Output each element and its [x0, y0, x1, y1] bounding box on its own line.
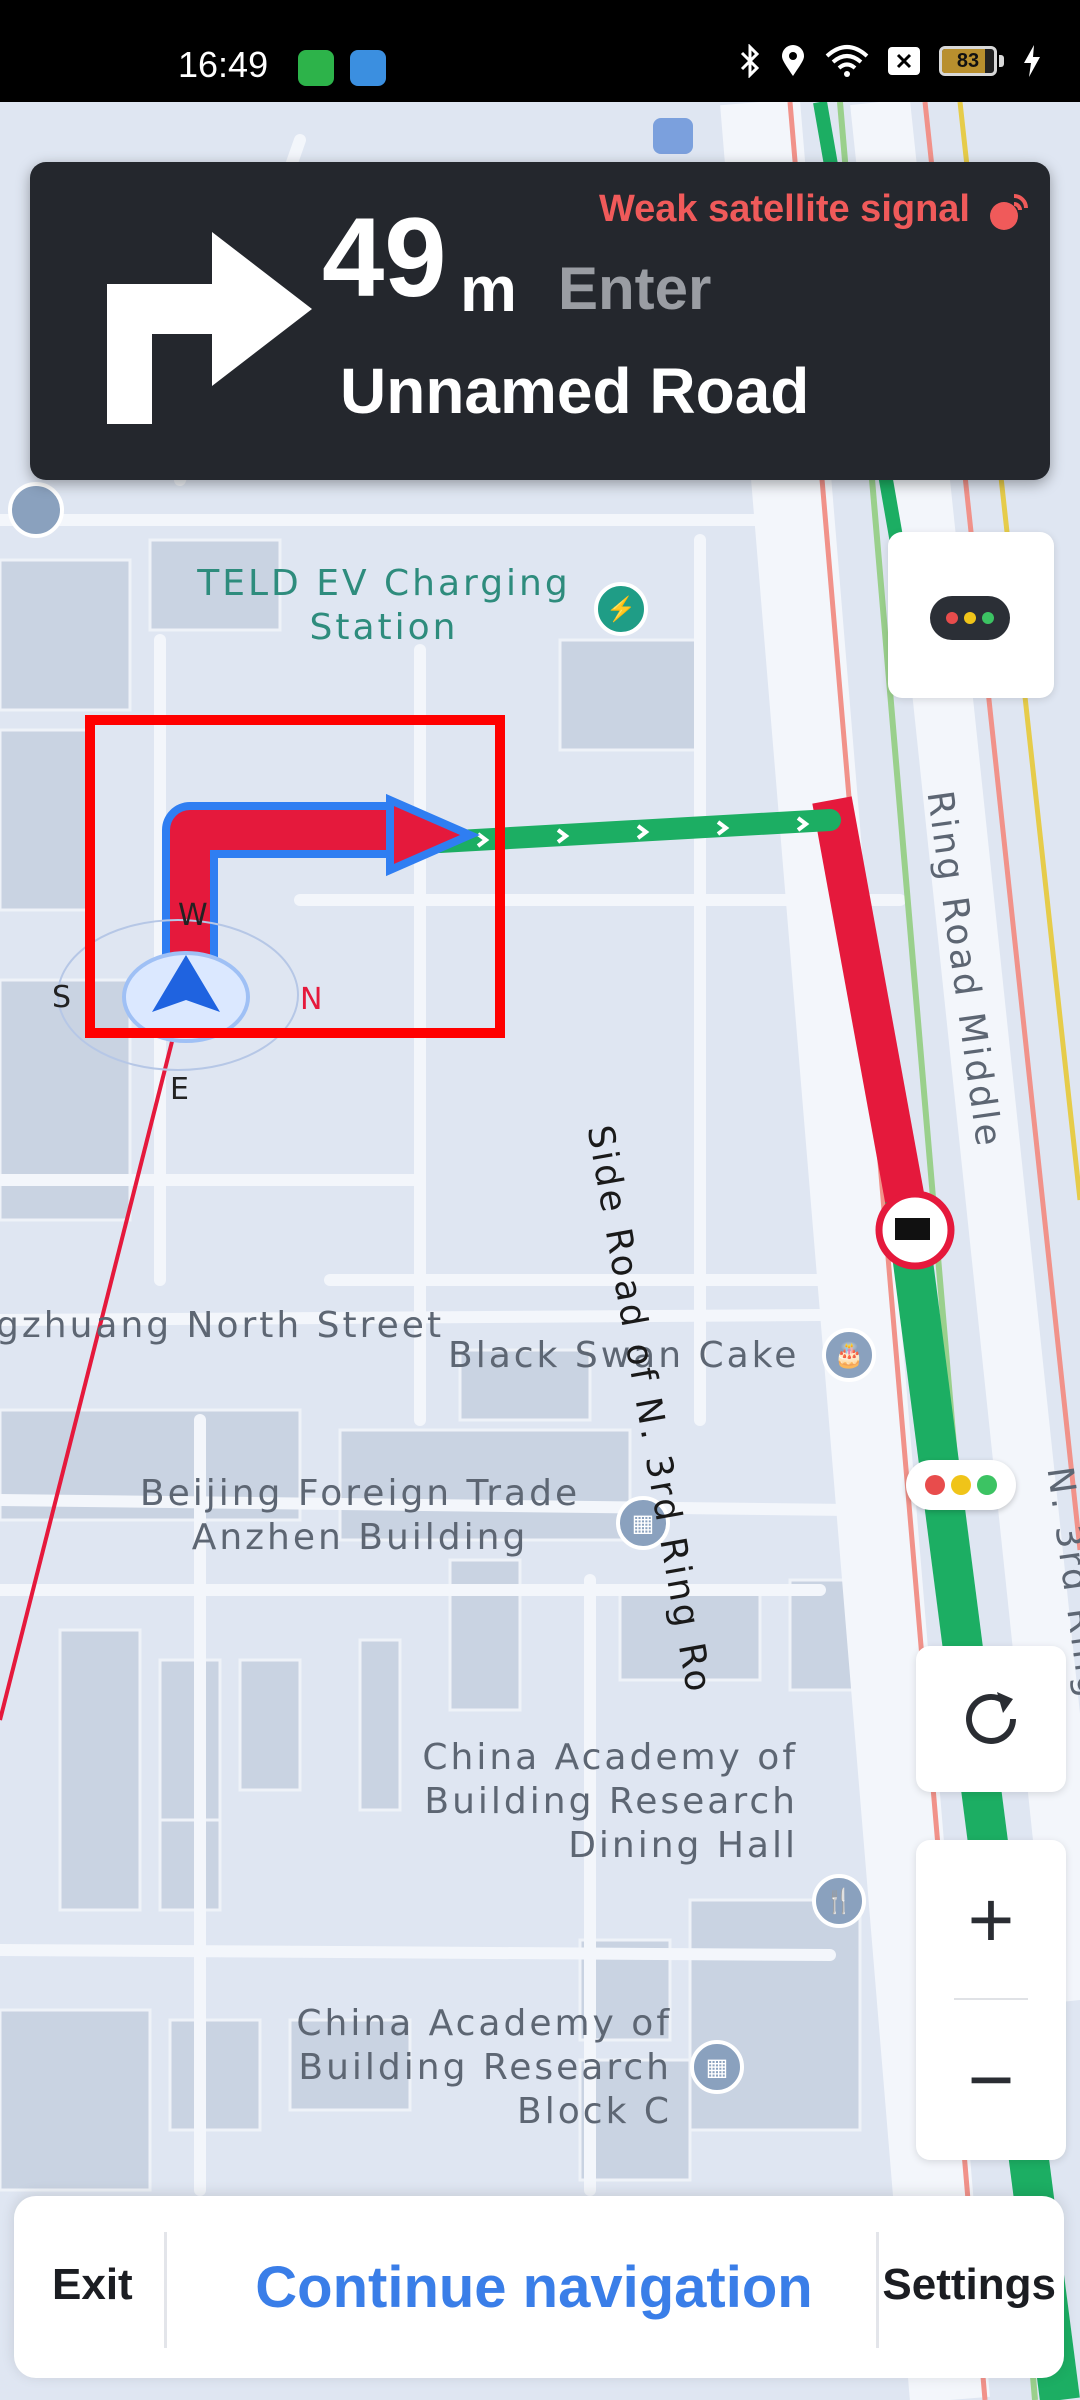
compass-e: E — [170, 1072, 189, 1107]
continue-navigation-button[interactable]: Continue navigation — [174, 2254, 894, 2321]
label-beijing-foreign: Beijing Foreign Trade Anzhen Building — [139, 1473, 581, 1558]
status-bar: 16:49 83 — [0, 0, 1080, 102]
traffic-toggle-button[interactable] — [888, 532, 1054, 698]
status-icons: 83 — [739, 44, 1042, 78]
battery-level: 83 — [956, 50, 980, 72]
zoom-out-button[interactable]: − — [916, 2000, 1066, 2160]
navigation-instruction-card: 49 m Enter Unnamed Road Weak satellite s… — [30, 162, 1050, 480]
label-block-c: China Academy of Building Research Block… — [296, 2003, 672, 2132]
status-time: 16:49 — [178, 44, 269, 85]
satellite-warning: Weak satellite signal — [598, 188, 970, 230]
traffic-light-indicator — [906, 1460, 1016, 1510]
bottom-action-bar: Exit Continue navigation Settings — [14, 2196, 1064, 2378]
location-icon — [782, 45, 804, 76]
turn-distance: 49 — [322, 195, 447, 320]
compass-w: W — [178, 898, 208, 933]
bluetooth-icon — [740, 44, 760, 78]
label-teld: TELD EV Charging Station — [197, 563, 571, 648]
charging-station-icon[interactable]: ⚡ — [594, 582, 648, 636]
charging-icon — [1024, 45, 1040, 77]
turn-action: Enter — [558, 255, 712, 322]
building-icon-2[interactable]: ▦ — [690, 2040, 744, 2094]
refresh-icon — [966, 1692, 1016, 1744]
divider-right — [876, 2232, 879, 2348]
exit-button[interactable]: Exit — [52, 2260, 133, 2310]
divider-left — [164, 2232, 167, 2348]
zoom-in-button[interactable]: + — [916, 1840, 1066, 2000]
compass-n: N — [300, 982, 323, 1017]
next-road-name: Unnamed Road — [340, 355, 810, 427]
weather-app-icon — [350, 50, 386, 86]
restaurant-icon[interactable]: 🍴 — [812, 1874, 866, 1928]
battery-icon: 83 — [939, 46, 1004, 76]
compass-s: S — [52, 980, 72, 1015]
traffic-light-icon — [930, 596, 1010, 640]
sim-blocked-icon — [888, 47, 920, 75]
turn-right-arrow-icon — [107, 232, 312, 424]
zoom-controls: + − — [916, 1840, 1066, 2160]
wifi-icon — [825, 45, 869, 77]
cake-shop-icon[interactable]: 🎂 — [822, 1328, 876, 1382]
label-street-north: gzhuang North Street — [0, 1305, 445, 1346]
settings-button[interactable]: Settings — [882, 2260, 1056, 2310]
refresh-route-button[interactable] — [916, 1646, 1066, 1792]
turn-distance-unit: m — [460, 253, 517, 325]
security-app-icon — [298, 50, 334, 86]
satellite-icon — [990, 194, 1028, 230]
